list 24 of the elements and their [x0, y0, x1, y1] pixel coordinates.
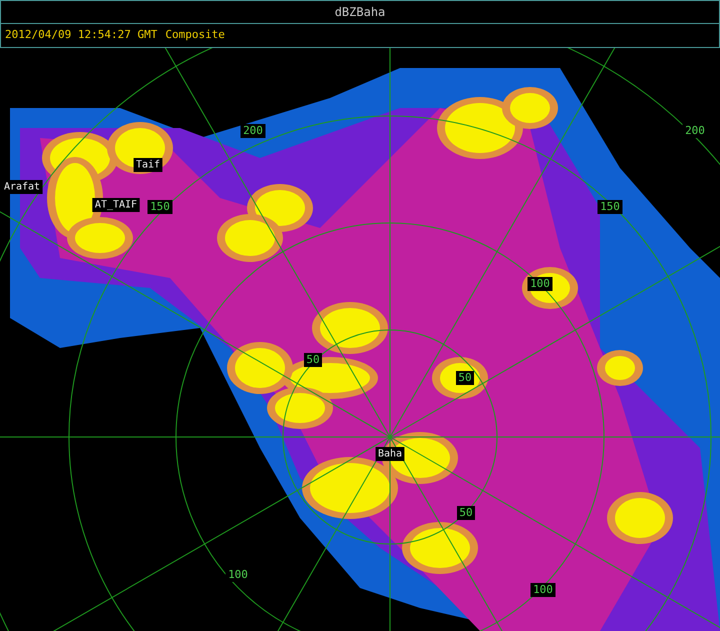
place-label: AT_TAIF — [92, 198, 140, 212]
range-label: 100 — [528, 277, 552, 291]
timestamp: 2012/04/09 12:54:27 GMT — [5, 27, 158, 44]
product-label: Composite — [165, 27, 225, 44]
storm-cell — [227, 342, 293, 394]
storm-cell — [217, 214, 283, 262]
range-label: 100 — [226, 568, 250, 582]
storm-cell — [607, 492, 673, 544]
window-title: dBZBaha — [334, 4, 386, 21]
storm-cell — [597, 350, 643, 386]
place-label: Taif — [134, 158, 162, 172]
storm-cell — [267, 387, 333, 429]
range-label: 200 — [682, 124, 708, 138]
range-label: 100 — [530, 583, 556, 597]
storm-cell — [67, 217, 133, 259]
range-label: 150 — [148, 200, 172, 214]
storm-cell — [502, 87, 558, 129]
range-label: 50 — [456, 371, 474, 385]
range-label: 150 — [598, 200, 622, 214]
range-label: 50 — [304, 353, 322, 367]
place-label: Baha — [376, 447, 404, 461]
range-label: 50 — [457, 506, 475, 520]
range-label: 200 — [240, 124, 266, 138]
place-label: Arafat — [1, 180, 43, 194]
